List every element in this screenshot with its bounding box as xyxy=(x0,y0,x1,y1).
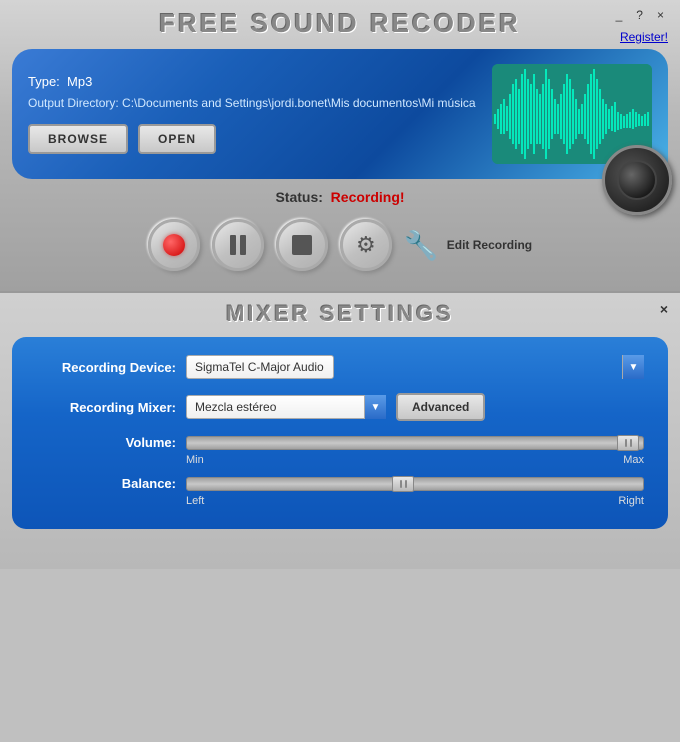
speaker-inner xyxy=(617,160,657,200)
mixer-close-button[interactable]: × xyxy=(660,301,668,317)
type-label: Type: xyxy=(28,74,60,89)
mixer-title-bar: MIXER SETTINGS × xyxy=(0,293,680,333)
minimize-button[interactable]: _ xyxy=(612,6,627,24)
open-button[interactable]: OPEN xyxy=(138,124,216,154)
recording-device-row: Recording Device: SigmaTel C-Major Audio… xyxy=(36,355,644,379)
stop-icon xyxy=(292,235,312,255)
balance-label: Balance: xyxy=(36,476,176,491)
balance-slider-thumb[interactable] xyxy=(392,476,414,492)
title-bar: FREE SOUND RECODER _ ? × Register! xyxy=(0,0,680,43)
left-label: Left xyxy=(186,495,204,507)
volume-row: Volume: xyxy=(36,435,644,450)
min-label: Min xyxy=(186,454,204,466)
dir-value: C:\Documents and Settings\jordi.bonet\Mi… xyxy=(122,96,476,110)
balance-leftright: Left Right xyxy=(36,495,644,507)
type-value: Mp3 xyxy=(67,74,92,89)
controls-row: ⚙ 🔧 Edit Recording xyxy=(0,215,680,275)
max-label: Max xyxy=(623,454,644,466)
recording-mixer-select[interactable]: Mezcla estéreo xyxy=(186,395,386,419)
info-type: Type: Mp3 xyxy=(28,74,480,89)
mixer-blue-panel: Recording Device: SigmaTel C-Major Audio… xyxy=(12,337,668,529)
recording-mixer-wrapper: Mezcla estéreo ▼ xyxy=(186,395,386,419)
right-label: Right xyxy=(618,495,644,507)
info-left: Type: Mp3 Output Directory: C:\Documents… xyxy=(28,74,480,154)
record-button[interactable] xyxy=(148,219,200,271)
balance-thumb-line-1 xyxy=(400,480,402,488)
app-title: FREE SOUND RECODER xyxy=(159,8,521,39)
knife-icon: 🔧 xyxy=(404,229,439,262)
recording-mixer-label: Recording Mixer: xyxy=(36,400,176,415)
recording-mixer-row: Recording Mixer: Mezcla estéreo ▼ Advanc… xyxy=(36,393,644,421)
browse-button[interactable]: BROWSE xyxy=(28,124,128,154)
top-window: FREE SOUND RECODER _ ? × Register! Type:… xyxy=(0,0,680,291)
volume-slider-thumb[interactable] xyxy=(617,435,639,451)
dir-label: Output Directory: xyxy=(28,96,119,110)
edit-row: 🔧 Edit Recording xyxy=(404,229,532,262)
mixer-panel: MIXER SETTINGS × Recording Device: Sigma… xyxy=(0,291,680,569)
gear-icon: ⚙ xyxy=(356,232,376,258)
pause-icon xyxy=(230,235,246,255)
window-controls: _ ? × xyxy=(612,6,668,24)
close-button[interactable]: × xyxy=(653,6,668,24)
mixer-title: MIXER SETTINGS xyxy=(226,301,454,327)
volume-label: Volume: xyxy=(36,435,176,450)
volume-slider-track[interactable] xyxy=(186,436,644,450)
record-icon xyxy=(163,234,185,256)
balance-thumb-line-2 xyxy=(405,480,407,488)
speaker-icon xyxy=(602,145,672,215)
btn-row: BROWSE OPEN xyxy=(28,124,480,154)
info-panel: Type: Mp3 Output Directory: C:\Documents… xyxy=(12,49,668,179)
register-link[interactable]: Register! xyxy=(620,30,668,44)
balance-row: Balance: xyxy=(36,476,644,491)
recording-device-select[interactable]: SigmaTel C-Major Audio xyxy=(186,355,334,379)
status-value: Recording! xyxy=(331,189,405,205)
help-button[interactable]: ? xyxy=(632,6,647,24)
advanced-button[interactable]: Advanced xyxy=(396,393,485,421)
volume-minmax: Min Max xyxy=(36,454,644,466)
thumb-line-2 xyxy=(630,439,632,447)
recording-device-wrapper: SigmaTel C-Major Audio ▼ xyxy=(186,355,644,379)
settings-button[interactable]: ⚙ xyxy=(340,219,392,271)
info-dir: Output Directory: C:\Documents and Setti… xyxy=(28,95,480,112)
slider-section: Volume: Min Max Balance: xyxy=(36,435,644,507)
device-select-arrow: ▼ xyxy=(622,355,644,379)
balance-slider-track[interactable] xyxy=(186,477,644,491)
recording-device-label: Recording Device: xyxy=(36,360,176,375)
pause-button[interactable] xyxy=(212,219,264,271)
thumb-line-1 xyxy=(625,439,627,447)
stop-button[interactable] xyxy=(276,219,328,271)
status-bar: Status: Recording! xyxy=(0,189,680,205)
status-label: Status: xyxy=(275,189,322,205)
edit-recording-label[interactable]: Edit Recording xyxy=(447,238,532,252)
